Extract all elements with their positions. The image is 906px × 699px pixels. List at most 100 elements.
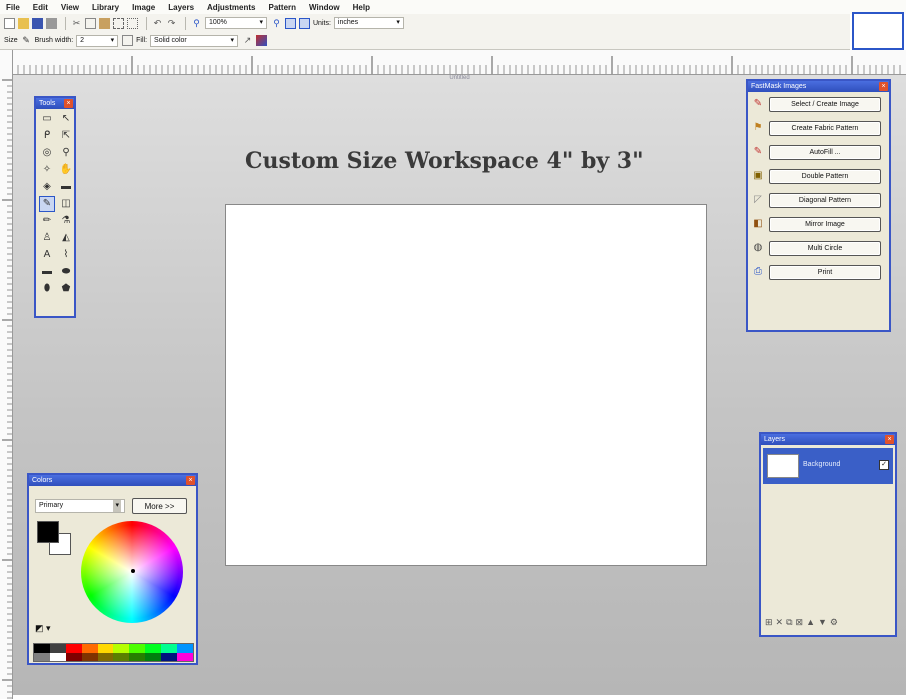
colors-titlebar[interactable]: Colors × — [29, 475, 196, 486]
layer-properties-icon[interactable]: ⚙ — [830, 617, 841, 627]
antialias-icon[interactable] — [122, 35, 134, 46]
lasso-icon[interactable]: ᑭ — [40, 129, 54, 143]
diagonal-pattern-button[interactable]: Diagonal Pattern — [769, 192, 881, 208]
copy-icon[interactable] — [85, 17, 96, 29]
move-icon[interactable]: ↖ — [59, 112, 73, 126]
palette-swatch[interactable] — [34, 652, 50, 661]
palette-swatch[interactable] — [145, 644, 162, 653]
menu-help[interactable]: Help — [353, 3, 370, 12]
merge-layer-icon[interactable]: ⊠ — [796, 617, 807, 627]
menu-pattern[interactable]: Pattern — [268, 3, 296, 12]
mirror-image-button[interactable]: Mirror Image — [769, 216, 881, 232]
color-mode-icon[interactable] — [256, 35, 268, 46]
zoom-icon[interactable]: ⚲ — [191, 18, 202, 29]
print-button[interactable]: Print — [769, 264, 881, 280]
open-folder-icon[interactable] — [18, 17, 29, 29]
duplicate-layer-icon[interactable]: ⧉ — [786, 617, 795, 627]
palette-swatch[interactable] — [129, 644, 146, 653]
menu-layers[interactable]: Layers — [168, 3, 194, 12]
menu-view[interactable]: View — [61, 3, 79, 12]
palette-swatch[interactable] — [34, 644, 50, 653]
palette-options-icon[interactable]: ▾ — [46, 623, 51, 633]
zoom-in-icon[interactable]: ⚲ — [271, 18, 282, 29]
palette-swatch[interactable] — [49, 644, 66, 653]
crop-icon[interactable] — [113, 17, 124, 29]
rectangle-select-icon[interactable]: ▭ — [40, 112, 54, 126]
save-icon[interactable] — [32, 17, 43, 29]
eraser-icon[interactable]: ◫ — [59, 197, 73, 211]
autofill-button[interactable]: AutoFill ... — [769, 144, 881, 160]
primary-secondary-select[interactable]: Primary ▾ — [35, 499, 125, 513]
print-icon[interactable] — [46, 17, 57, 29]
select-create-image-button[interactable]: Select / Create Image — [769, 96, 881, 112]
palette-swatch[interactable] — [65, 652, 82, 661]
recolor-icon[interactable]: ◭ — [59, 231, 73, 245]
ellipse-select-icon[interactable]: ◎ — [40, 146, 54, 160]
move-layer-down-icon[interactable]: ▼ — [818, 617, 830, 627]
close-icon[interactable]: × — [64, 99, 73, 108]
close-icon[interactable]: × — [879, 82, 888, 91]
paste-icon[interactable] — [99, 17, 110, 29]
palette-swatch[interactable] — [113, 644, 130, 653]
magic-wand-icon[interactable]: ✧ — [40, 163, 54, 177]
layer-visibility-checkbox[interactable]: ✓ — [879, 460, 889, 470]
gradient-icon[interactable]: ▬ — [59, 180, 73, 194]
menu-library[interactable]: Library — [92, 3, 119, 12]
layers-titlebar[interactable]: Layers × — [761, 434, 895, 445]
menu-image[interactable]: Image — [132, 3, 155, 12]
palette-swatch[interactable] — [65, 644, 82, 653]
cut-icon[interactable]: ✂ — [71, 18, 82, 29]
line-icon[interactable]: ⌇ — [59, 248, 73, 262]
palette-swatch[interactable] — [129, 652, 146, 661]
deselect-icon[interactable] — [127, 17, 138, 29]
paintbrush-icon[interactable]: ✎ — [39, 196, 55, 212]
text-icon[interactable]: A — [40, 248, 54, 262]
menu-window[interactable]: Window — [309, 3, 340, 12]
rounded-rectangle-icon[interactable]: ⬬ — [59, 265, 73, 279]
close-icon[interactable]: × — [885, 435, 894, 444]
pan-icon[interactable]: ✋ — [59, 163, 73, 177]
double-pattern-button[interactable]: Double Pattern — [769, 168, 881, 184]
palette-swatch[interactable] — [145, 652, 162, 661]
menu-edit[interactable]: Edit — [33, 3, 48, 12]
pencil-icon[interactable]: ✏ — [40, 214, 54, 228]
palette-swatch[interactable] — [81, 652, 98, 661]
move-layer-up-icon[interactable]: ▲ — [806, 617, 818, 627]
menu-adjustments[interactable]: Adjustments — [207, 3, 255, 12]
palette-swatch[interactable] — [161, 644, 178, 653]
ellipse-icon[interactable]: ⬮ — [40, 282, 54, 296]
add-layer-icon[interactable]: ⊞ — [765, 617, 776, 627]
paint-bucket-icon[interactable]: ◈ — [40, 180, 54, 194]
color-picker-icon[interactable]: ⚗ — [59, 214, 73, 228]
palette-swatch[interactable] — [97, 652, 114, 661]
palette-swatch[interactable] — [49, 652, 66, 661]
navigator-preview[interactable] — [852, 12, 904, 50]
freeform-shape-icon[interactable]: ⬟ — [59, 282, 73, 296]
image-canvas[interactable] — [225, 204, 707, 566]
move-selection-icon[interactable]: ⇱ — [59, 129, 73, 143]
new-file-icon[interactable] — [4, 17, 15, 29]
ruler-icon[interactable] — [299, 17, 310, 29]
brush-width-input[interactable]: 2 ▾ — [76, 34, 119, 47]
brush-icon[interactable]: ✎ — [21, 35, 32, 46]
delete-layer-icon[interactable]: ✕ — [776, 617, 787, 627]
palette-swatch[interactable] — [97, 644, 114, 653]
undo-icon[interactable]: ↶ — [152, 18, 163, 29]
menu-file[interactable]: File — [6, 3, 20, 12]
rectangle-icon[interactable]: ▬ — [40, 265, 54, 279]
multi-circle-button[interactable]: Multi Circle — [769, 240, 881, 256]
primary-color-swatch[interactable] — [37, 521, 59, 543]
palette-swatch[interactable] — [177, 644, 193, 653]
tools-titlebar[interactable]: Tools × — [36, 98, 74, 109]
layer-row[interactable]: Background ✓ — [763, 448, 893, 484]
more-colors-button[interactable]: More >> — [132, 498, 187, 514]
alpha-blend-icon[interactable]: ↗ — [242, 35, 253, 46]
create-fabric-pattern-button[interactable]: Create Fabric Pattern — [769, 120, 881, 136]
zoom-dropdown[interactable]: 100% ▾ — [205, 17, 267, 29]
zoom-tool-icon[interactable]: ⚲ — [59, 146, 73, 160]
redo-icon[interactable]: ↷ — [166, 18, 177, 29]
fastmask-titlebar[interactable]: FastMask Images × — [748, 81, 889, 92]
units-dropdown[interactable]: inches ▾ — [333, 17, 404, 29]
palette-swatch[interactable] — [113, 652, 130, 661]
swap-colors-icon[interactable]: ◩ — [35, 623, 44, 633]
